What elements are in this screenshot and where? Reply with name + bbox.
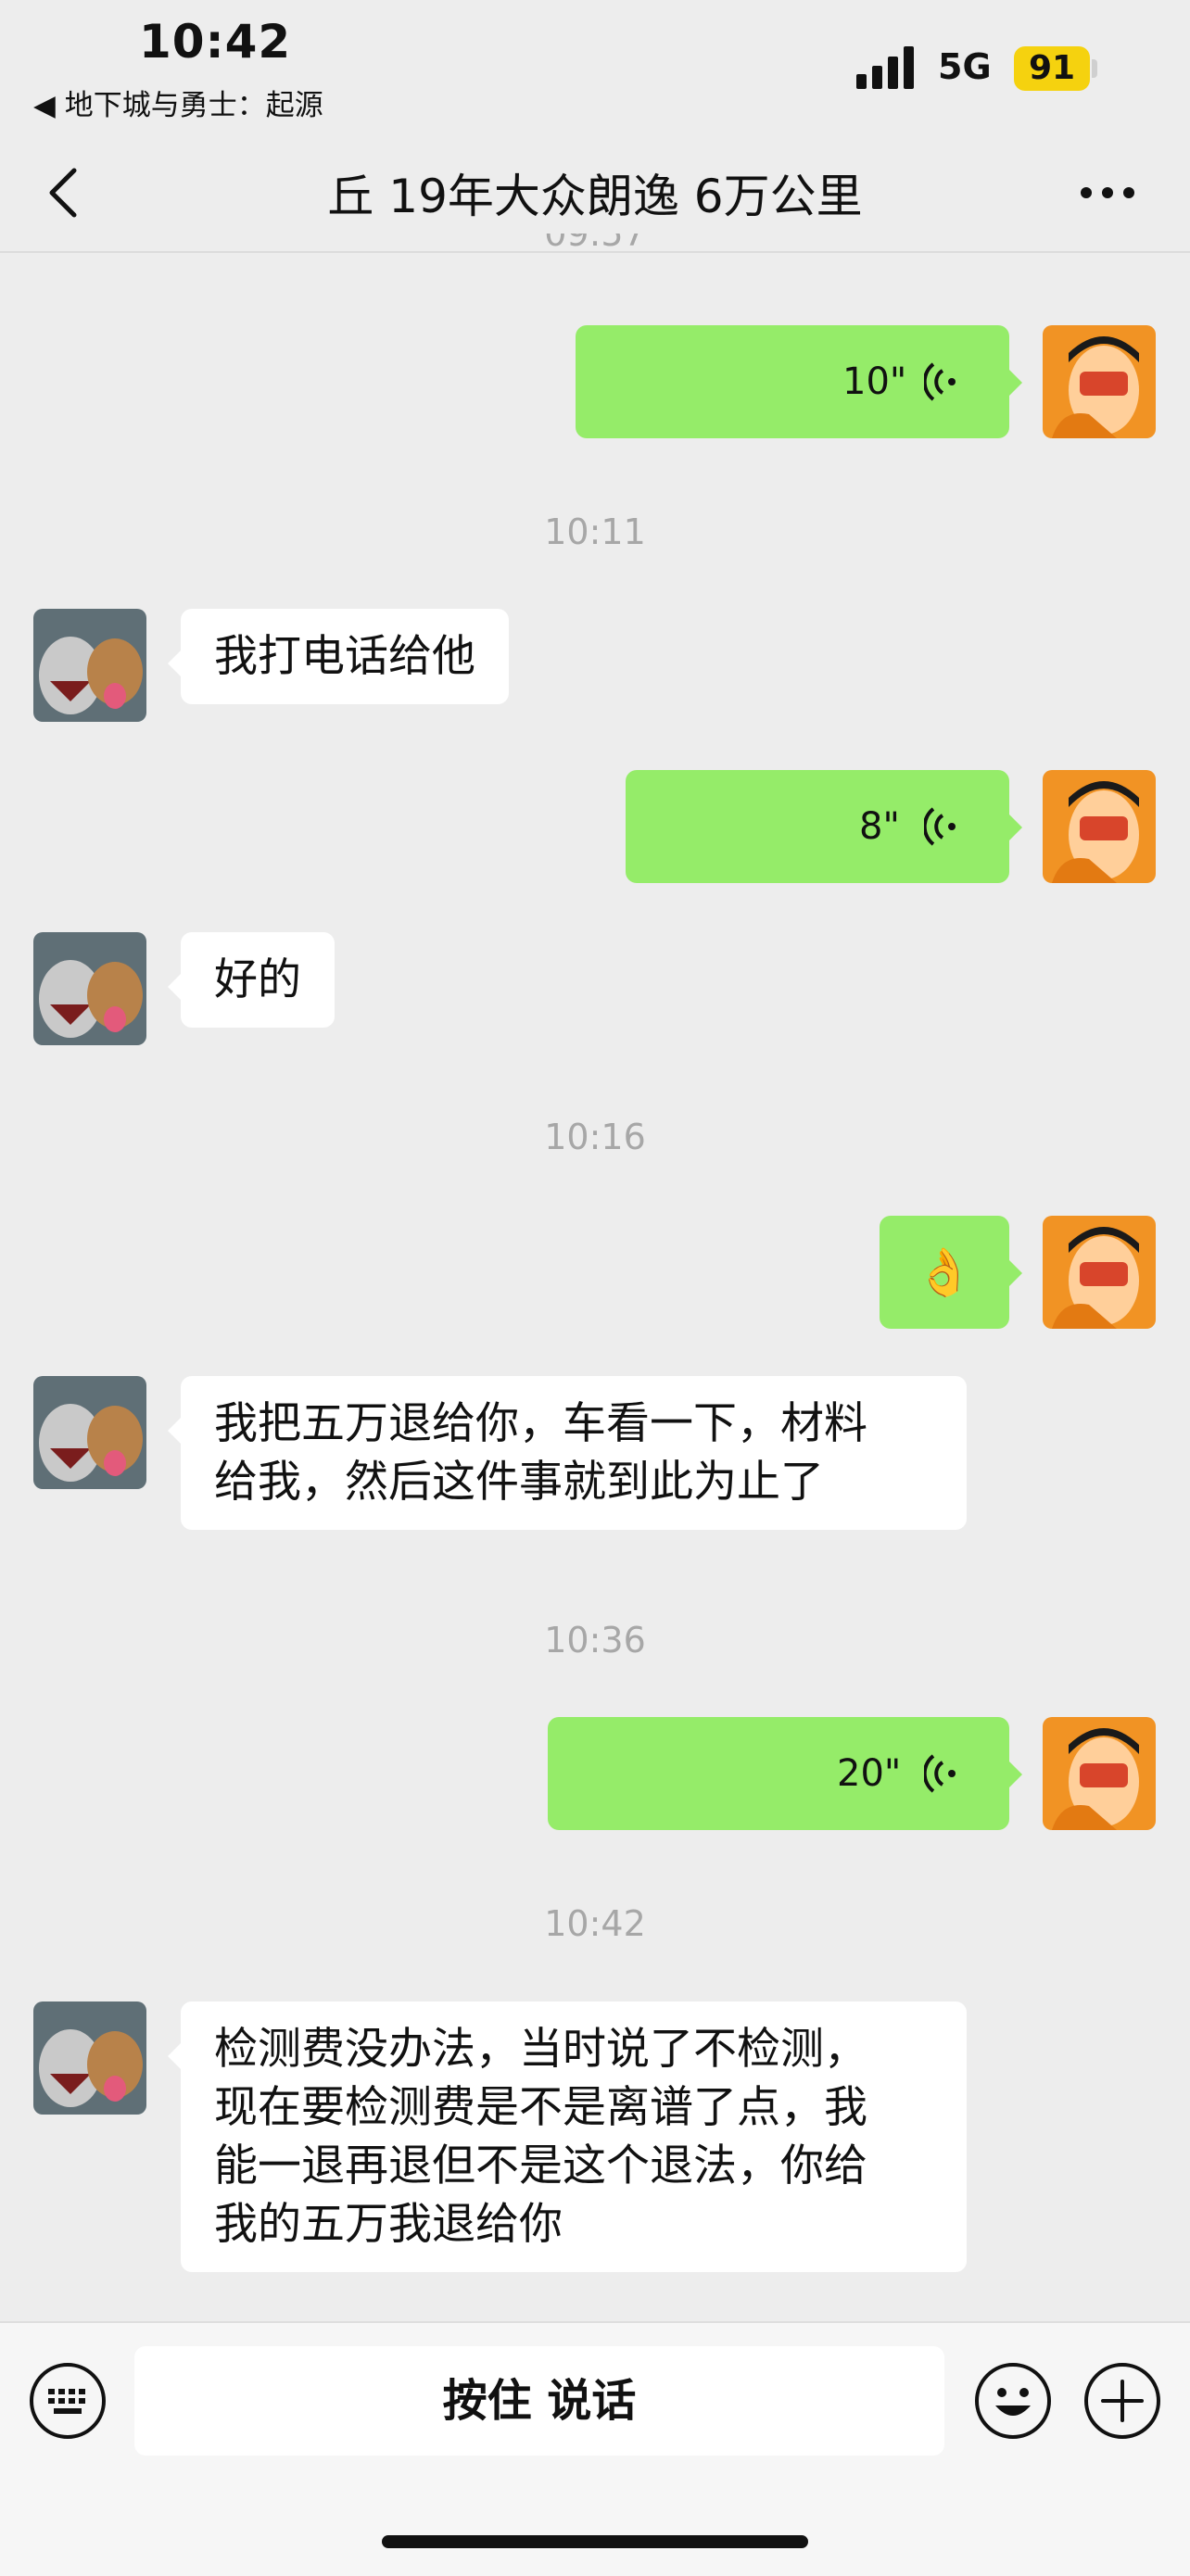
back-to-app-link[interactable]: ◀ 地下城与勇士：起源 <box>33 82 323 123</box>
my-avatar[interactable] <box>1043 1216 1156 1329</box>
contact-avatar[interactable] <box>33 609 146 722</box>
message-text: 好的 <box>214 954 301 1005</box>
incoming-text-message[interactable]: 我打电话给他 <box>168 609 509 704</box>
contact-avatar[interactable] <box>33 1376 146 1489</box>
message-text: 我打电话给他 <box>214 631 475 682</box>
status-time: 10:42 <box>139 15 292 69</box>
my-avatar[interactable] <box>1043 325 1156 438</box>
timestamp: 10:16 <box>544 1117 646 1157</box>
voice-wave-icon <box>924 807 956 846</box>
keyboard-icon[interactable] <box>28 2361 108 2441</box>
voice-duration: 8" <box>859 805 900 848</box>
message-line: 我把五万退给你，车看一下，材料 <box>214 1398 867 1449</box>
message-line: 现在要检测费是不是离谱了点，我 <box>214 2082 867 2133</box>
timestamp: 10:36 <box>544 1620 646 1661</box>
voice-duration: 20" <box>837 1752 902 1795</box>
message-line: 我的五万我退给你 <box>214 2199 563 2250</box>
smile-icon[interactable] <box>973 2361 1053 2441</box>
timestamp: 10:11 <box>544 511 646 552</box>
hold-to-talk-button[interactable]: 按住 说话 <box>134 2346 944 2456</box>
voice-message-bubble[interactable]: 8" <box>626 770 1022 883</box>
battery-level: 91 <box>1014 46 1090 91</box>
plus-circle-icon[interactable] <box>1082 2361 1162 2441</box>
timestamp: 10:42 <box>544 1903 646 1944</box>
battery-tip <box>1092 59 1097 78</box>
back-icon[interactable] <box>37 165 93 221</box>
cellular-signal-icon <box>856 46 914 89</box>
my-avatar[interactable] <box>1043 1717 1156 1830</box>
ok-hand-emoji: 👌 <box>915 1245 974 1299</box>
incoming-text-message[interactable]: 检测费没办法，当时说了不检测， 现在要检测费是不是离谱了点，我 能一退再退但不是… <box>168 2001 967 2272</box>
voice-message-bubble[interactable]: 10" <box>576 325 1022 438</box>
more-dots-icon[interactable] <box>1075 174 1140 211</box>
voice-duration: 10" <box>842 360 907 403</box>
network-type: 5G <box>938 46 992 87</box>
emoji-message-bubble[interactable]: 👌 <box>880 1216 1022 1329</box>
contact-avatar[interactable] <box>33 2001 146 2115</box>
message-line: 能一退再退但不是这个退法，你给 <box>214 2140 867 2191</box>
voice-wave-icon <box>924 1754 956 1793</box>
voice-message-bubble[interactable]: 20" <box>548 1717 1022 1830</box>
incoming-text-message[interactable]: 我把五万退给你，车看一下，材料 给我，然后这件事就到此为止了 <box>168 1376 967 1530</box>
voice-wave-icon <box>924 362 956 401</box>
message-line: 给我，然后这件事就到此为止了 <box>214 1457 824 1508</box>
my-avatar[interactable] <box>1043 770 1156 883</box>
chat-title: 丘 19年大众朗逸 6万公里 <box>327 170 863 223</box>
timestamp: 09:57 <box>0 234 1190 252</box>
message-line: 检测费没办法，当时说了不检测， <box>214 2024 867 2075</box>
contact-avatar[interactable] <box>33 932 146 1045</box>
incoming-text-message[interactable]: 好的 <box>168 932 335 1028</box>
home-indicator <box>382 2535 808 2548</box>
